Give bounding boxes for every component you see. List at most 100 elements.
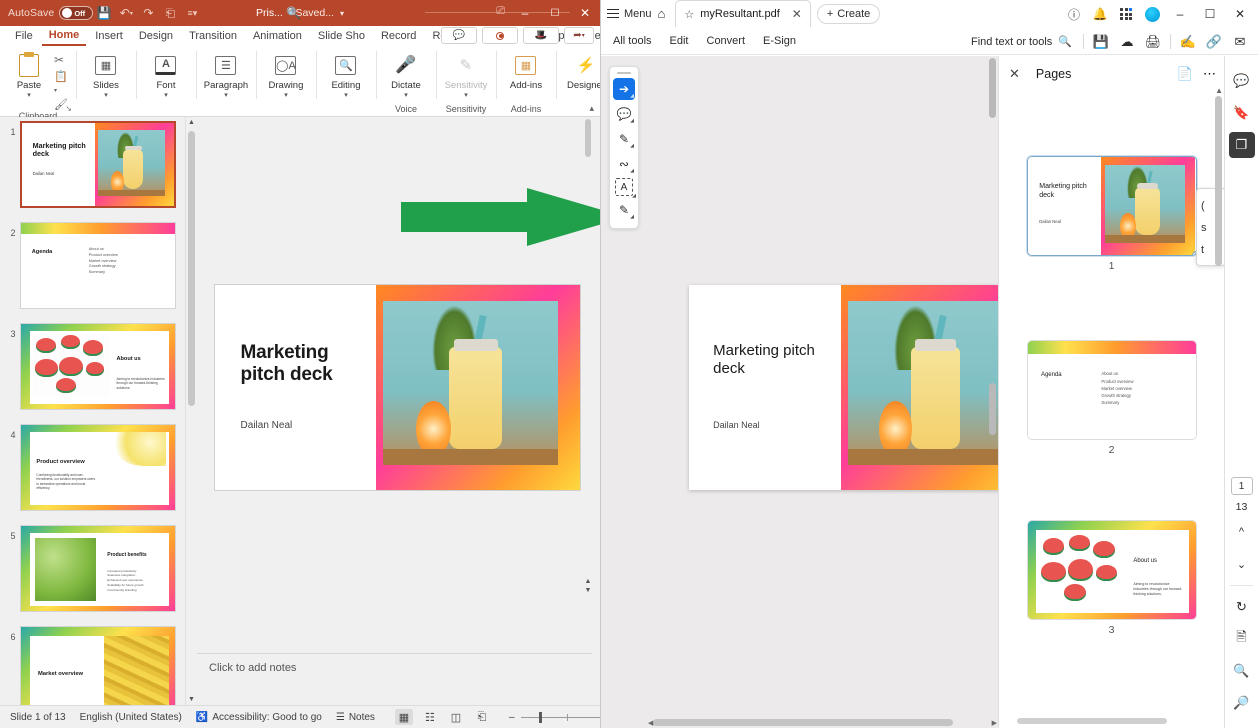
find-box[interactable]: Find text or tools 🔍: [971, 35, 1072, 49]
comments-button[interactable]: 💬: [441, 27, 477, 44]
slide-thumbnail-2[interactable]: Agenda About us Product overview Market …: [20, 222, 176, 309]
tab-slide-show[interactable]: Slide Sho: [311, 28, 372, 45]
document-vertical-scrollbar[interactable]: [989, 58, 996, 714]
thumbnail-row[interactable]: 5 Product benefits Increased productivit…: [0, 511, 196, 612]
font-button[interactable]: A Font ▾: [142, 49, 190, 99]
draw-tool[interactable]: ∾ ◢: [613, 153, 635, 175]
slide-sorter-button[interactable]: ☷: [421, 709, 439, 725]
page-thumbnail-2[interactable]: Agenda About us Product overview Market …: [1026, 340, 1197, 440]
customize-quick-access-icon[interactable]: ≡▾: [181, 3, 203, 23]
thumbnail-row[interactable]: 3 About us Aiming to revolutionize indus…: [0, 309, 196, 410]
fit-page-button[interactable]: 🖹: [1229, 626, 1255, 652]
maximize-button[interactable]: ☐: [1196, 1, 1224, 27]
autosave-control[interactable]: AutoSave Off: [0, 6, 94, 20]
notes-placeholder[interactable]: Click to add notes: [209, 662, 580, 674]
present-button[interactable]: 🎩: [523, 27, 559, 44]
zoom-slider[interactable]: [520, 711, 600, 723]
slide-thumbnail-5[interactable]: Product benefits Increased productivity …: [20, 525, 176, 612]
chevron-down-icon[interactable]: ▾: [224, 92, 228, 99]
pages-panel-hscrollbar[interactable]: [1007, 718, 1216, 726]
close-icon[interactable]: ✕: [1009, 66, 1020, 82]
designer-button[interactable]: ⚡ Designer: [562, 49, 600, 92]
edit-menu[interactable]: Edit: [670, 35, 689, 47]
notes-button[interactable]: ☰ Notes: [336, 712, 375, 723]
star-icon[interactable]: ☆: [684, 8, 694, 21]
collapse-ribbon-icon[interactable]: ▴: [589, 103, 594, 114]
slide-thumbnail-6[interactable]: Market overview: [20, 626, 176, 705]
sensitivity-button[interactable]: ✎ Sensitivity ▾: [442, 49, 490, 99]
page-thumbnail-3[interactable]: About us Aiming to revolutionize industr…: [1026, 520, 1197, 620]
add-ins-button[interactable]: ▦ Add-ins: [502, 49, 550, 92]
add-comment-tool[interactable]: 💬 ◢: [613, 103, 635, 125]
zoom-out-button[interactable]: 🔎: [1229, 690, 1255, 716]
home-icon[interactable]: ⌂: [658, 6, 666, 21]
slide-subtitle[interactable]: Dailan Neal: [241, 420, 293, 431]
notifications-bell-icon[interactable]: 🔔: [1088, 1, 1112, 27]
undo-icon[interactable]: ↶ ▾: [115, 3, 137, 23]
slide-thumbnail-4[interactable]: Product overview Combining functionality…: [20, 424, 176, 511]
next-page-button[interactable]: ⌄: [1229, 551, 1255, 577]
language-status[interactable]: English (United States): [80, 712, 182, 723]
add-comment-icon[interactable]: ✍: [1176, 30, 1200, 54]
thumbnail-row[interactable]: 4 Product overview Combining functionali…: [0, 410, 196, 511]
redo-icon[interactable]: ↷: [137, 3, 159, 23]
page-thumbnail-item[interactable]: Agenda About us Product overview Market …: [1026, 340, 1197, 456]
app-switcher-icon[interactable]: [1114, 1, 1138, 27]
stamp-tool[interactable]: ✎ ◢: [613, 199, 635, 221]
thumbnail-row[interactable]: 1 Marketing pitch deck Dailan Neal: [0, 117, 196, 208]
previous-slide-button[interactable]: ▲: [583, 577, 593, 586]
slide-count[interactable]: Slide 1 of 13: [10, 712, 66, 723]
create-button[interactable]: + Create: [816, 3, 881, 24]
minimize-button[interactable]: –: [510, 0, 540, 26]
esign-menu[interactable]: E-Sign: [763, 35, 796, 47]
autosave-toggle[interactable]: Off: [59, 6, 94, 20]
select-tool[interactable]: ➔ ◢: [613, 78, 635, 100]
all-tools-menu[interactable]: All tools: [613, 35, 652, 47]
normal-view-button[interactable]: ▦: [394, 709, 413, 725]
tab-file[interactable]: File: [8, 28, 40, 45]
pages-panel-scrollbar[interactable]: [1215, 96, 1222, 708]
slides-button[interactable]: ▦ Slides ▾: [82, 49, 130, 99]
scrollbar-thumb[interactable]: [188, 131, 195, 406]
highlight-tool[interactable]: ✎ ◢: [613, 128, 635, 150]
menu-button[interactable]: Menu: [607, 8, 652, 20]
send-email-icon[interactable]: ✉: [1228, 30, 1252, 54]
chevron-down-icon[interactable]: ▾: [404, 92, 408, 99]
comments-panel-button[interactable]: 💬: [1229, 68, 1255, 94]
close-button[interactable]: ✕: [570, 0, 600, 26]
page-thumbnails-list[interactable]: Marketing pitch deck Dailan Neal 1 Agend…: [999, 92, 1224, 728]
accessibility-status[interactable]: ♿ Accessibility: Good to go: [196, 712, 322, 723]
tab-animations[interactable]: Animation: [246, 28, 309, 45]
slide-thumbnail-1[interactable]: Marketing pitch deck Dailan Neal: [20, 121, 176, 208]
share-link-icon[interactable]: 🔗: [1202, 30, 1226, 54]
upload-cloud-icon[interactable]: ☁: [1115, 30, 1139, 54]
search-icon[interactable]: 🔍: [286, 6, 301, 20]
document-name[interactable]: Pris...: [256, 7, 283, 19]
zoom-slider-handle[interactable]: [538, 711, 542, 723]
print-icon[interactable]: 🖨: [1141, 30, 1165, 54]
toolbar-drag-handle[interactable]: [617, 72, 631, 74]
ribbon-display-options-icon[interactable]: ⎚: [496, 5, 505, 18]
zoom-in-button[interactable]: 🔍: [1229, 658, 1255, 684]
start-presentation-icon[interactable]: ⎗: [159, 3, 181, 23]
pdf-page-1[interactable]: Marketing pitch deck Dailan Neal: [689, 285, 1034, 490]
tab-home[interactable]: Home: [41, 27, 87, 46]
clipboard-dialog-launcher[interactable]: ↘: [65, 104, 72, 113]
save-icon[interactable]: 💾: [1089, 30, 1113, 54]
active-slide[interactable]: Marketing pitch deck Dailan Neal: [215, 285, 580, 490]
editing-button[interactable]: 🔍 Editing ▾: [322, 49, 370, 99]
thumbnail-row[interactable]: 2 Agenda About us Product overview Marke…: [0, 208, 196, 309]
close-button[interactable]: ✕: [1226, 1, 1254, 27]
reading-view-button[interactable]: ◫: [447, 709, 465, 725]
dictate-button[interactable]: 🎤 Dictate ▾: [382, 49, 430, 99]
chevron-down-icon[interactable]: ▾: [464, 92, 468, 99]
insert-page-icon[interactable]: 📄: [1177, 66, 1193, 82]
chevron-down-icon[interactable]: ▾: [164, 92, 168, 99]
drawing-button[interactable]: ◯A Drawing ▾: [262, 49, 310, 99]
help-icon[interactable]: ⓘ: [1062, 1, 1086, 27]
chevron-down-icon[interactable]: ▾: [104, 92, 108, 99]
document-tab[interactable]: ☆ myResultant.pdf ✕: [675, 0, 811, 27]
scroll-right-arrow[interactable]: ▶: [992, 719, 997, 727]
thumbnail-scrollbar[interactable]: ▲ ▼: [185, 117, 196, 705]
record-button[interactable]: [482, 27, 518, 44]
